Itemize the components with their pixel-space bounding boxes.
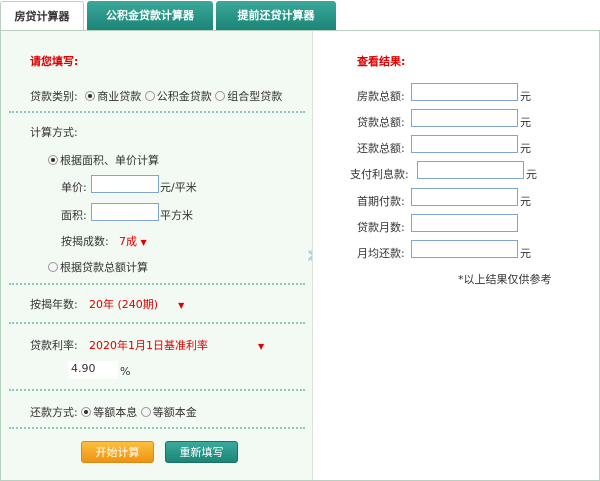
calc-method-label: 计算方式: [30,126,78,139]
dropdown-arrow-icon: ▼ [140,238,147,247]
repay-label: 还款方式: [30,406,78,419]
result-unit: 元 [520,142,531,155]
years-label: 按揭年数: [30,298,78,311]
dropdown-arrow-icon: ▼ [178,301,185,310]
result-panel: 查看结果: 房款总额: 元 贷款总额: 元 还款总额: 元 支付利息款: 元 首… [312,31,599,480]
radio-icon[interactable] [48,262,58,272]
result-unit: 元 [520,195,531,208]
loan-type-label: 贷款类别: [30,90,78,103]
divider [9,111,305,113]
result-title: 查看结果: [357,55,406,68]
area-label: 面积: [61,209,87,222]
rate-select[interactable]: 2020年1月1日基准利率 ▼ [89,337,264,353]
result-label-loan-total: 贷款总额: [357,116,405,129]
result-label-repay-total: 还款总额: [357,142,405,155]
divider [9,389,305,391]
mortgage-ratio-label: 按揭成数: [61,235,109,248]
tab-provident-fund-calculator[interactable]: 公积金贷款计算器 [87,1,213,31]
rate-input[interactable]: 4.90 [68,361,118,379]
tab-house-loan-calculator[interactable]: 房贷计算器2020 [0,1,84,53]
unit-price-unit: 元/平米 [160,181,197,194]
radio-icon[interactable] [85,91,96,101]
result-field-repay-total [411,135,518,153]
radio-icon[interactable] [140,407,151,417]
tab-bar: 房贷计算器2020 公积金贷款计算器 提前还贷计算器 [0,0,600,53]
result-field-down-payment [411,188,518,206]
unit-price-input[interactable] [91,175,159,193]
result-field-months [411,214,518,232]
result-field-interest [417,161,524,179]
result-field-house-total [411,83,518,101]
method-area-option[interactable]: 根据面积、单价计算 [48,152,159,168]
result-label-months: 贷款月数: [357,221,405,234]
divider [9,283,305,285]
result-unit: 元 [526,168,537,181]
result-unit: 元 [520,90,531,103]
repay-equal-installment[interactable]: 等额本息 [81,406,137,419]
tab-prepayment-calculator[interactable]: 提前还贷计算器 [216,1,336,31]
radio-icon[interactable] [144,91,155,101]
area-unit: 平方米 [160,209,193,222]
input-panel: 请您填写: 贷款类别: 商业贷款 公积金贷款 组合型贷款 计算方式: 根据面积、… [1,31,305,480]
result-note: *以上结果仅供参考 [458,273,552,286]
loan-type-commercial[interactable]: 商业贷款 [85,90,141,103]
result-label-monthly: 月均还款: [357,247,405,260]
result-field-loan-total [411,109,518,127]
result-field-monthly [411,240,518,258]
repay-row: 还款方式: 等额本息 等额本金 [30,404,197,420]
unit-price-label: 单价: [61,181,87,194]
loan-type-provident[interactable]: 公积金贷款 [144,90,212,103]
start-calc-button[interactable]: 开始计算 [81,441,154,463]
radio-icon[interactable] [48,155,58,165]
loan-type-row: 贷款类别: 商业贷款 公积金贷款 组合型贷款 [30,88,282,104]
form-title: 请您填写: [30,55,79,68]
result-label-down-payment: 首期付款: [357,195,405,208]
divider [9,427,305,429]
result-label-house-total: 房款总额: [357,90,405,103]
rate-label: 贷款利率: [30,339,78,352]
result-label-interest: 支付利息款: [350,168,409,181]
double-chevron-right-icon: ›› [306,240,320,270]
result-unit: 元 [520,116,531,129]
divider [9,322,305,324]
radio-icon[interactable] [215,91,226,101]
dropdown-arrow-icon: ▼ [258,342,265,351]
rate-unit: % [120,365,131,378]
result-unit: 元 [520,247,531,260]
area-input[interactable] [91,203,159,221]
loan-type-combined[interactable]: 组合型贷款 [215,90,282,103]
repay-equal-principal[interactable]: 等额本金 [140,406,197,419]
mortgage-ratio-select[interactable]: 7成 ▼ [119,233,147,249]
reset-button[interactable]: 重新填写 [165,441,238,463]
years-select[interactable]: 20年 (240期) ▼ [89,296,184,312]
method-total-option[interactable]: 根据贷款总额计算 [48,259,148,275]
radio-icon[interactable] [81,407,92,417]
